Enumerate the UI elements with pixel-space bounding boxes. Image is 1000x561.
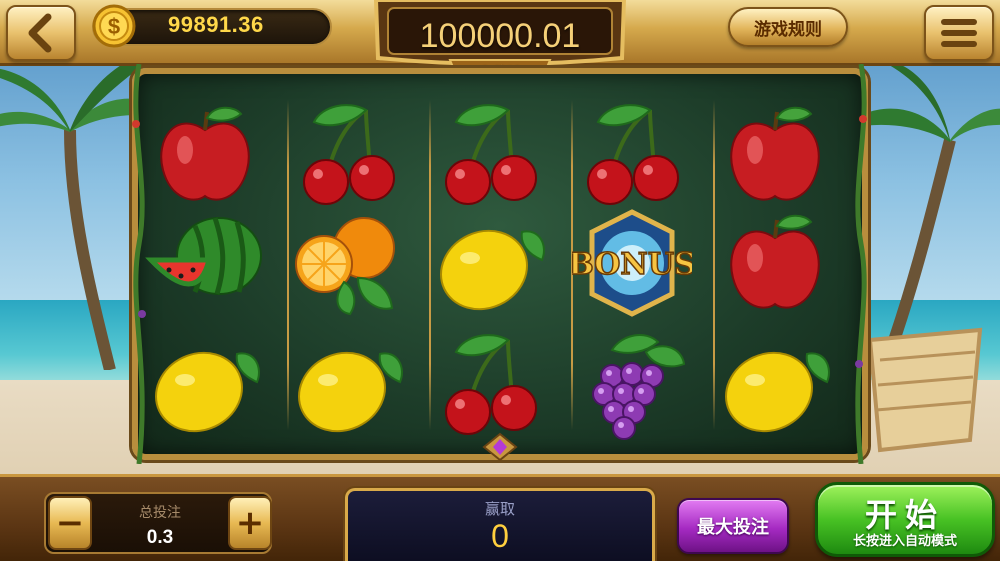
start-hint: 长按进入自动模式 xyxy=(852,534,957,549)
chevron-left-icon xyxy=(28,13,52,53)
watermelon-symbol xyxy=(145,208,265,318)
apple-symbol xyxy=(715,208,835,318)
lemon-symbol xyxy=(715,330,835,440)
menu-button[interactable] xyxy=(924,5,994,61)
apple-symbol xyxy=(145,100,265,210)
increase-bet-button[interactable]: + xyxy=(228,496,272,550)
back-button[interactable] xyxy=(6,5,76,61)
grape-symbol xyxy=(572,330,692,440)
purple-gem-icon xyxy=(482,432,518,462)
svg-text:$: $ xyxy=(108,14,120,39)
orange-symbol xyxy=(288,208,408,318)
bonus-text: BONUS xyxy=(572,247,692,282)
cherry-symbol xyxy=(288,100,408,210)
lemon-symbol xyxy=(145,330,265,440)
jackpot-value: 100000.01 xyxy=(419,17,581,55)
game-rules-button[interactable]: 游戏规则 xyxy=(728,7,848,47)
lemon-symbol xyxy=(430,208,550,318)
total-bet-value: 0.3 xyxy=(146,527,174,548)
lemon-symbol xyxy=(288,330,408,440)
decrease-bet-button[interactable]: − xyxy=(48,496,92,550)
vine-right xyxy=(855,64,867,464)
win-label: 赢取 xyxy=(484,500,515,518)
apple-symbol xyxy=(715,100,835,210)
bonus-symbol: BONUS xyxy=(572,208,692,318)
beach-chair xyxy=(867,327,983,453)
balance-value: 99891.36 xyxy=(168,12,264,37)
cherry-symbol xyxy=(430,330,550,440)
dollar-coin-icon: $ xyxy=(92,4,136,48)
total-bet-label: 总投注 xyxy=(139,505,181,521)
win-value: 0 xyxy=(491,518,509,554)
cherry-symbol xyxy=(430,100,550,210)
max-bet-button[interactable]: 最大投注 xyxy=(677,498,789,554)
hamburger-menu-icon xyxy=(941,19,977,47)
cherry-symbol xyxy=(572,100,692,210)
